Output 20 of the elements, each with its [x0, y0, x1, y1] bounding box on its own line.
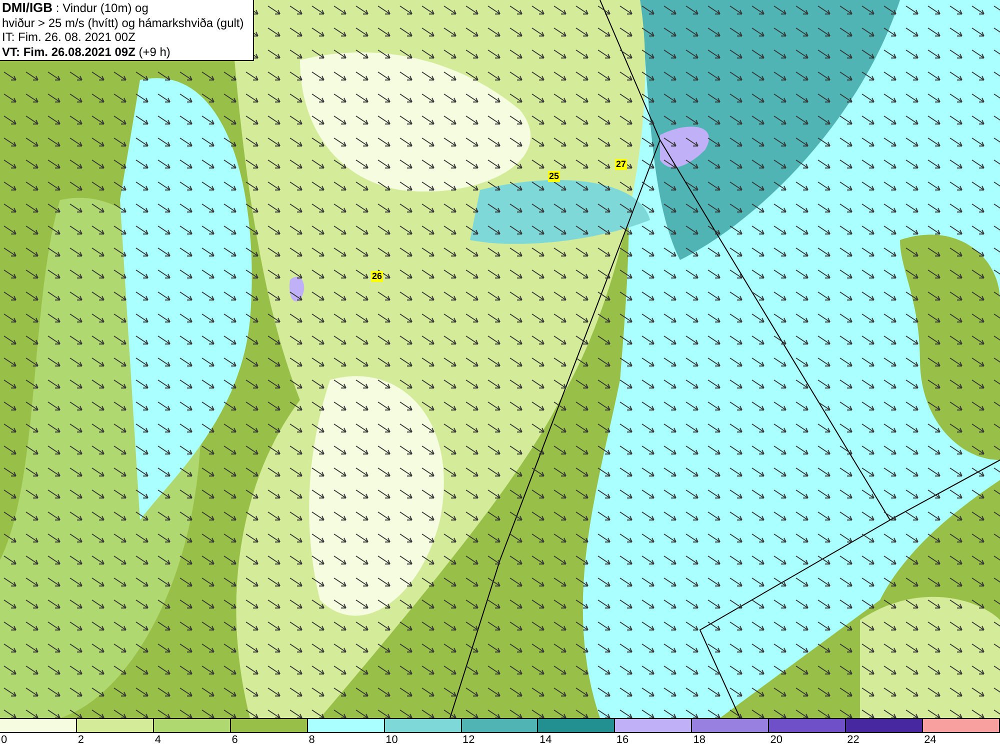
- chart-subtitle: hviður > 25 m/s (hvítt) og hámarkshviða (gult): [2, 16, 245, 30]
- legend-tick-label: 16: [616, 734, 629, 746]
- legend-tick-label: 20: [770, 734, 782, 746]
- initial-time: IT: Fim. 26. 08. 2021 00Z: [2, 30, 136, 44]
- legend-tick-label: 24: [924, 734, 936, 746]
- legend-tick-label: 4: [154, 734, 161, 746]
- legend-tick-label: 18: [693, 734, 706, 746]
- gust-label: 26: [371, 271, 384, 282]
- gust-label: 27: [615, 159, 628, 170]
- gust-label: 25: [548, 171, 560, 182]
- legend-tick-label: 22: [847, 734, 860, 746]
- chart-title: DMI/IGB : Vindur (10m) og: [2, 1, 150, 16]
- legend-tick-label: 10: [386, 734, 398, 746]
- legend-tick-label: 6: [232, 734, 238, 746]
- legend-tick-label: 14: [539, 734, 552, 746]
- legend-tick-label: 0: [1, 734, 8, 746]
- legend-tick-label: 12: [462, 734, 475, 746]
- legend-tick-label: 2: [78, 734, 84, 746]
- valid-time: VT: Fim. 26.08.2021 09Z (+9 h): [2, 44, 172, 59]
- legend-tick-label: 8: [308, 734, 315, 746]
